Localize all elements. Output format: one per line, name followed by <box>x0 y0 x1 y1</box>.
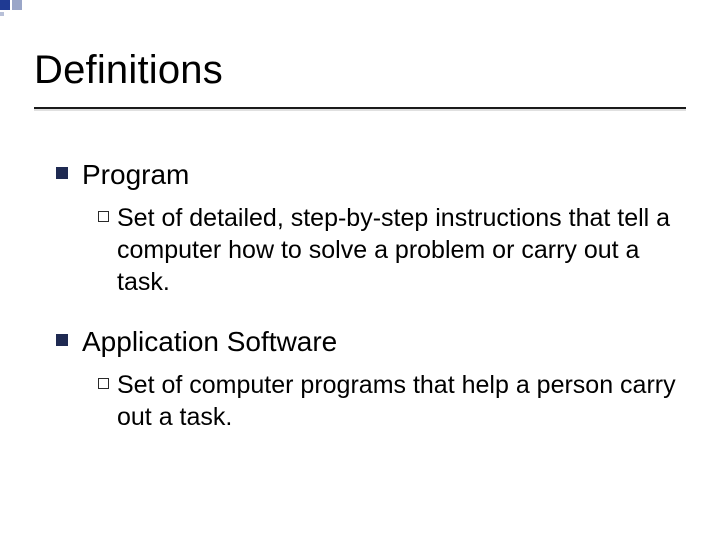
item-description: Set of computer programs that help a per… <box>117 369 677 433</box>
list-item: Application Software Set of computer pro… <box>56 324 680 433</box>
item-heading: Program <box>82 157 189 192</box>
list-subitem: Set of computer programs that help a per… <box>98 369 680 433</box>
slide-title: Definitions <box>0 0 720 101</box>
hollow-square-bullet-icon <box>98 378 109 389</box>
list-subitem: Set of detailed, step-by-step instructio… <box>98 202 680 298</box>
item-heading: Application Software <box>82 324 337 359</box>
hollow-square-bullet-icon <box>98 211 109 222</box>
list-item: Program Set of detailed, step-by-step in… <box>56 157 680 298</box>
slide-body: Program Set of detailed, step-by-step in… <box>0 109 720 433</box>
accent-square-icon <box>12 0 22 10</box>
slide: Definitions Program Set of detailed, ste… <box>0 0 720 540</box>
square-bullet-icon <box>56 167 68 179</box>
corner-accent <box>0 0 38 16</box>
item-description: Set of detailed, step-by-step instructio… <box>117 202 677 298</box>
accent-square-icon <box>0 12 4 16</box>
accent-square-icon <box>0 0 10 10</box>
square-bullet-icon <box>56 334 68 346</box>
